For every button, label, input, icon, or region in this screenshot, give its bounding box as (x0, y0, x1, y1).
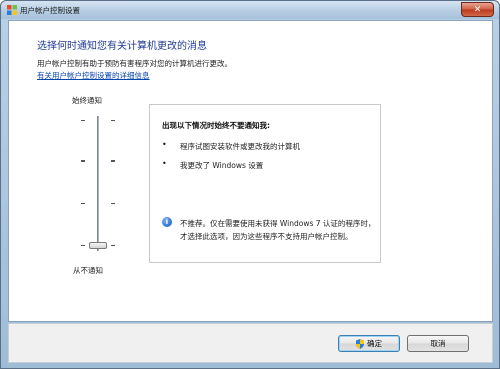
bullet-icon: • (162, 140, 167, 149)
slider-tick-left (81, 203, 85, 204)
slider-top-label: 始终通知 (72, 96, 102, 105)
slider-tick-right (111, 160, 115, 162)
cancel-label: 取消 (430, 339, 446, 348)
notification-slider-thumb[interactable] (89, 242, 107, 249)
slider-tick-left (81, 120, 85, 121)
description-text: 用户帐户控制有助于预防有害程序对您的计算机进行更改。 (37, 59, 232, 68)
uac-settings-window: 用户帐户控制设置 ✕ 选择何时通知您有关计算机更改的消息 用户帐户控制有助于预防… (0, 0, 500, 369)
slider-tick-right (111, 120, 115, 121)
warning-note: 不推荐。仅在需要使用未获得 Windows 7 认证的程序时，才选择此选项，因为… (180, 219, 376, 241)
notification-slider-track[interactable] (97, 116, 99, 251)
ok-button[interactable]: 确定 (338, 335, 400, 352)
slider-bottom-label: 从不通知 (73, 266, 103, 275)
close-icon: ✕ (473, 4, 482, 15)
content-area: 选择何时通知您有关计算机更改的消息 用户帐户控制有助于预防有害程序对您的计算机进… (8, 20, 493, 322)
uac-flag-icon (7, 5, 17, 15)
uac-shield-icon (356, 338, 364, 349)
slider-tick-right (111, 203, 115, 204)
slider-tick-left (81, 160, 85, 162)
close-button[interactable]: ✕ (461, 2, 494, 17)
ok-label: 确定 (367, 339, 382, 348)
setting-description-panel: 出现以下情况时始终不要通知我: • 程序试图安装软件或更改我的计算机 • 我更改… (149, 104, 381, 263)
cancel-button[interactable]: 取消 (407, 335, 469, 352)
bullet-icon: • (162, 159, 167, 168)
slider-tick-left (81, 245, 85, 246)
title-bar[interactable]: 用户帐户控制设置 ✕ (1, 1, 499, 19)
info-icon: i (162, 217, 172, 227)
panel-title: 出现以下情况时始终不要通知我: (162, 121, 270, 130)
slider-tick-right (111, 245, 115, 246)
list-item: 我更改了 Windows 设置 (180, 161, 264, 170)
button-bar: 确定 取消 (8, 323, 493, 363)
list-item: 程序试图安装软件或更改我的计算机 (180, 142, 300, 151)
more-info-link[interactable]: 有关用户帐户控制设置的详细信息 (37, 70, 150, 81)
window-title: 用户帐户控制设置 (20, 6, 80, 15)
page-heading: 选择何时通知您有关计算机更改的消息 (37, 41, 207, 52)
